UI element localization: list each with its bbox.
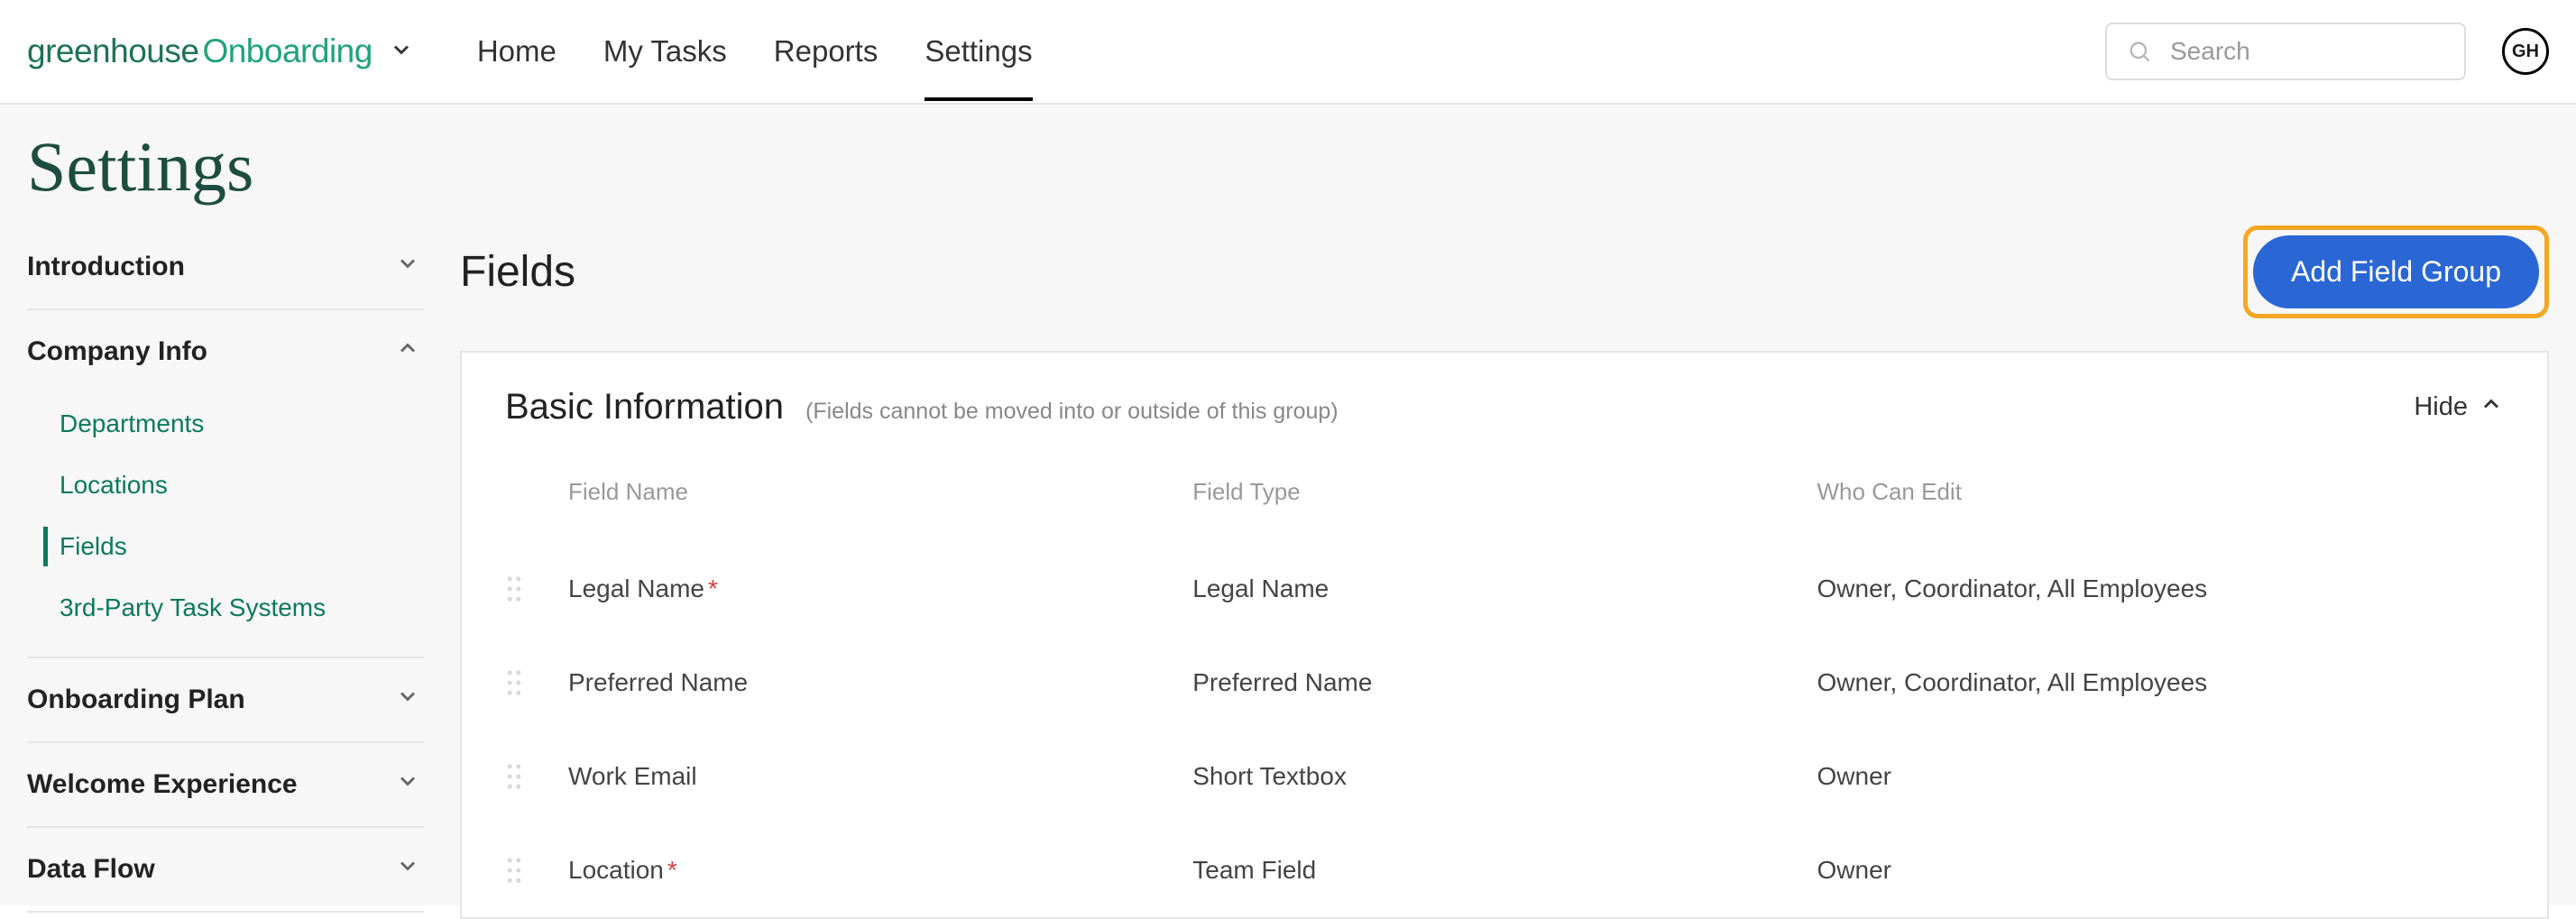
sidebar-section-onboarding-plan: Onboarding Plan: [27, 658, 424, 743]
required-star-icon: *: [667, 856, 677, 884]
sidebar-header-welcome-experience[interactable]: Welcome Experience: [27, 743, 424, 826]
table-row[interactable]: Legal Name* Legal Name Owner, Coordinato…: [505, 542, 2504, 636]
field-group-note: (Fields cannot be moved into or outside …: [805, 399, 1339, 425]
cell-field-type: Short Textbox: [1192, 762, 1817, 791]
field-group-title: Basic Information: [505, 387, 784, 427]
nav-tab-settings[interactable]: Settings: [925, 25, 1032, 78]
hide-label: Hide: [2414, 392, 2468, 422]
chevron-up-icon: [395, 335, 420, 368]
brand-switcher[interactable]: greenhouse Onboarding: [27, 32, 414, 70]
table-row[interactable]: Work Email Short Textbox Owner: [505, 730, 2504, 823]
chevron-up-icon: [2479, 391, 2504, 424]
cell-field-name: Legal Name*: [568, 574, 1192, 603]
content: Fields Add Field Group Basic Information…: [460, 225, 2549, 919]
drag-handle-icon[interactable]: [505, 856, 568, 885]
drag-handle-icon[interactable]: [505, 668, 568, 697]
sidebar-item-3rd-party-task-systems[interactable]: 3rd-Party Task Systems: [27, 577, 424, 639]
table-header: Field Name Field Type Who Can Edit: [505, 478, 2504, 542]
sidebar-section-label: Onboarding Plan: [27, 685, 245, 715]
page-title: Settings: [0, 105, 2576, 225]
avatar-initials: GH: [2512, 41, 2539, 62]
nav-tab-reports[interactable]: Reports: [774, 25, 879, 78]
avatar[interactable]: GH: [2502, 28, 2549, 75]
required-star-icon: *: [708, 574, 718, 602]
sidebar-section-label: Welcome Experience: [27, 769, 298, 800]
sidebar-header-introduction[interactable]: Introduction: [27, 225, 424, 308]
drag-handle-icon[interactable]: [505, 574, 568, 603]
cell-editors: Owner, Coordinator, All Employees: [1817, 668, 2504, 697]
search-box[interactable]: [2105, 23, 2466, 80]
sidebar: Introduction Company Info Departments Lo…: [27, 225, 424, 919]
sidebar-section-data-flow: Data Flow: [27, 828, 424, 913]
cell-field-name: Preferred Name: [568, 668, 1192, 697]
sidebar-section-label: Data Flow: [27, 854, 155, 885]
sidebar-section-company-info: Company Info Departments Locations Field…: [27, 310, 424, 658]
highlight-annotation: Add Field Group: [2243, 225, 2549, 318]
chevron-down-icon: [395, 853, 420, 886]
chevron-down-icon: [395, 251, 420, 283]
sidebar-item-departments[interactable]: Departments: [27, 393, 424, 455]
topbar: greenhouse Onboarding Home My Tasks Repo…: [0, 0, 2576, 105]
field-group-card: Basic Information (Fields cannot be move…: [460, 351, 2549, 919]
page-body: Settings Introduction Company Info: [0, 105, 2576, 905]
sidebar-header-data-flow[interactable]: Data Flow: [27, 828, 424, 911]
chevron-down-icon: [395, 684, 420, 716]
sidebar-item-fields[interactable]: Fields: [27, 516, 424, 577]
brand-name-2: Onboarding: [202, 32, 372, 70]
sidebar-header-onboarding-plan[interactable]: Onboarding Plan: [27, 658, 424, 741]
chevron-down-icon: [389, 32, 414, 70]
cell-editors: Owner: [1817, 856, 2504, 885]
add-field-group-button[interactable]: Add Field Group: [2253, 235, 2539, 308]
hide-toggle[interactable]: Hide: [2414, 391, 2504, 424]
cell-field-type: Team Field: [1192, 856, 1817, 885]
table-row[interactable]: Preferred Name Preferred Name Owner, Coo…: [505, 636, 2504, 730]
sidebar-header-company-info[interactable]: Company Info: [27, 310, 424, 393]
cell-field-name: Work Email: [568, 762, 1192, 791]
cell-field-type: Preferred Name: [1192, 668, 1817, 697]
col-who-can-edit: Who Can Edit: [1817, 478, 2504, 506]
sidebar-section-label: Introduction: [27, 252, 185, 282]
drag-handle-icon[interactable]: [505, 762, 568, 791]
col-field-type: Field Type: [1192, 478, 1817, 506]
cell-field-type: Legal Name: [1192, 574, 1817, 603]
cell-editors: Owner, Coordinator, All Employees: [1817, 574, 2504, 603]
field-table: Field Name Field Type Who Can Edit Legal…: [505, 478, 2504, 917]
main-nav: Home My Tasks Reports Settings: [477, 25, 1033, 78]
content-title: Fields: [460, 247, 575, 297]
nav-tab-my-tasks[interactable]: My Tasks: [603, 25, 727, 78]
sidebar-section-label: Company Info: [27, 336, 207, 367]
search-input[interactable]: [2170, 37, 2444, 66]
sidebar-item-locations[interactable]: Locations: [27, 455, 424, 516]
brand-name-1: greenhouse: [27, 32, 198, 70]
chevron-down-icon: [395, 768, 420, 801]
cell-editors: Owner: [1817, 762, 2504, 791]
col-field-name: Field Name: [568, 478, 1192, 506]
table-row[interactable]: Location* Team Field Owner: [505, 823, 2504, 917]
nav-tab-home[interactable]: Home: [477, 25, 557, 78]
cell-field-name: Location*: [568, 856, 1192, 885]
sidebar-section-introduction: Introduction: [27, 225, 424, 310]
sidebar-section-welcome-experience: Welcome Experience: [27, 743, 424, 828]
search-icon: [2127, 39, 2152, 64]
